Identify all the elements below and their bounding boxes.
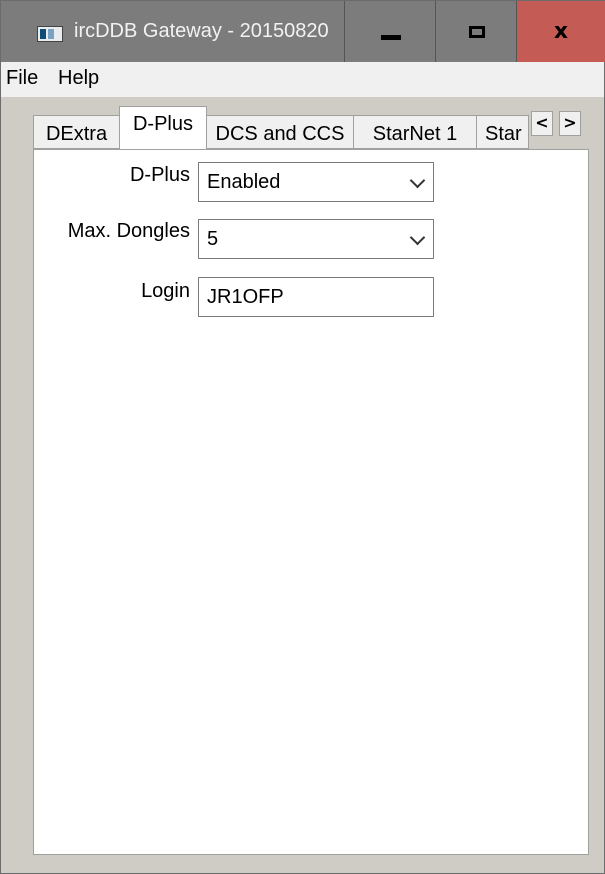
max-dongles-select[interactable]: 5	[198, 219, 434, 259]
tab-scroll-left-button[interactable]: <	[531, 111, 553, 136]
chevron-right-icon: >	[563, 113, 577, 132]
maximize-button[interactable]	[435, 1, 517, 62]
max-dongles-select-value: 5	[207, 228, 219, 250]
settings-notebook: DExtra D-Plus DCS and CCS StarNet 1 Star…	[23, 103, 589, 855]
close-button[interactable]: x	[516, 1, 605, 62]
minimize-icon	[380, 35, 401, 40]
chevron-left-icon: <	[535, 113, 549, 132]
title-bar[interactable]: ircDDB Gateway - 20150820 x	[1, 1, 605, 62]
maximize-icon	[468, 25, 485, 38]
dplus-select[interactable]: Enabled	[198, 162, 434, 202]
max-dongles-label: Max. Dongles	[67, 220, 190, 242]
tab-dplus[interactable]: D-Plus	[119, 106, 207, 149]
menu-file[interactable]: File	[6, 67, 38, 90]
tab-dextra[interactable]: DExtra	[33, 115, 120, 149]
minimize-button[interactable]	[344, 1, 436, 62]
window-title: ircDDB Gateway - 20150820	[74, 20, 329, 42]
login-input[interactable]: JR1OFP	[198, 277, 434, 317]
tab-starnet-2[interactable]: Star	[476, 115, 529, 149]
tab-starnet-1[interactable]: StarNet 1	[353, 115, 477, 149]
menu-help[interactable]: Help	[58, 67, 99, 90]
app-window-icon[interactable]	[37, 26, 63, 42]
tab-scroll-right-button[interactable]: >	[559, 111, 581, 136]
chevron-down-icon	[409, 172, 426, 189]
dplus-label: D-Plus	[129, 164, 190, 186]
tab-dcs-and-ccs[interactable]: DCS and CCS	[206, 115, 354, 149]
chevron-down-icon	[409, 229, 426, 246]
dplus-select-value: Enabled	[207, 171, 281, 193]
dplus-tab-page: D-Plus Enabled Max. Dongles 5 Login JR1O…	[33, 149, 589, 855]
tab-strip: DExtra D-Plus DCS and CCS StarNet 1 Star…	[23, 103, 589, 149]
login-input-value: JR1OFP	[207, 286, 284, 308]
login-label: Login	[141, 280, 190, 302]
app-window: ircDDB Gateway - 20150820 x File Help DE…	[0, 0, 605, 874]
menu-bar: File Help	[1, 62, 604, 97]
close-icon: x	[553, 19, 569, 44]
